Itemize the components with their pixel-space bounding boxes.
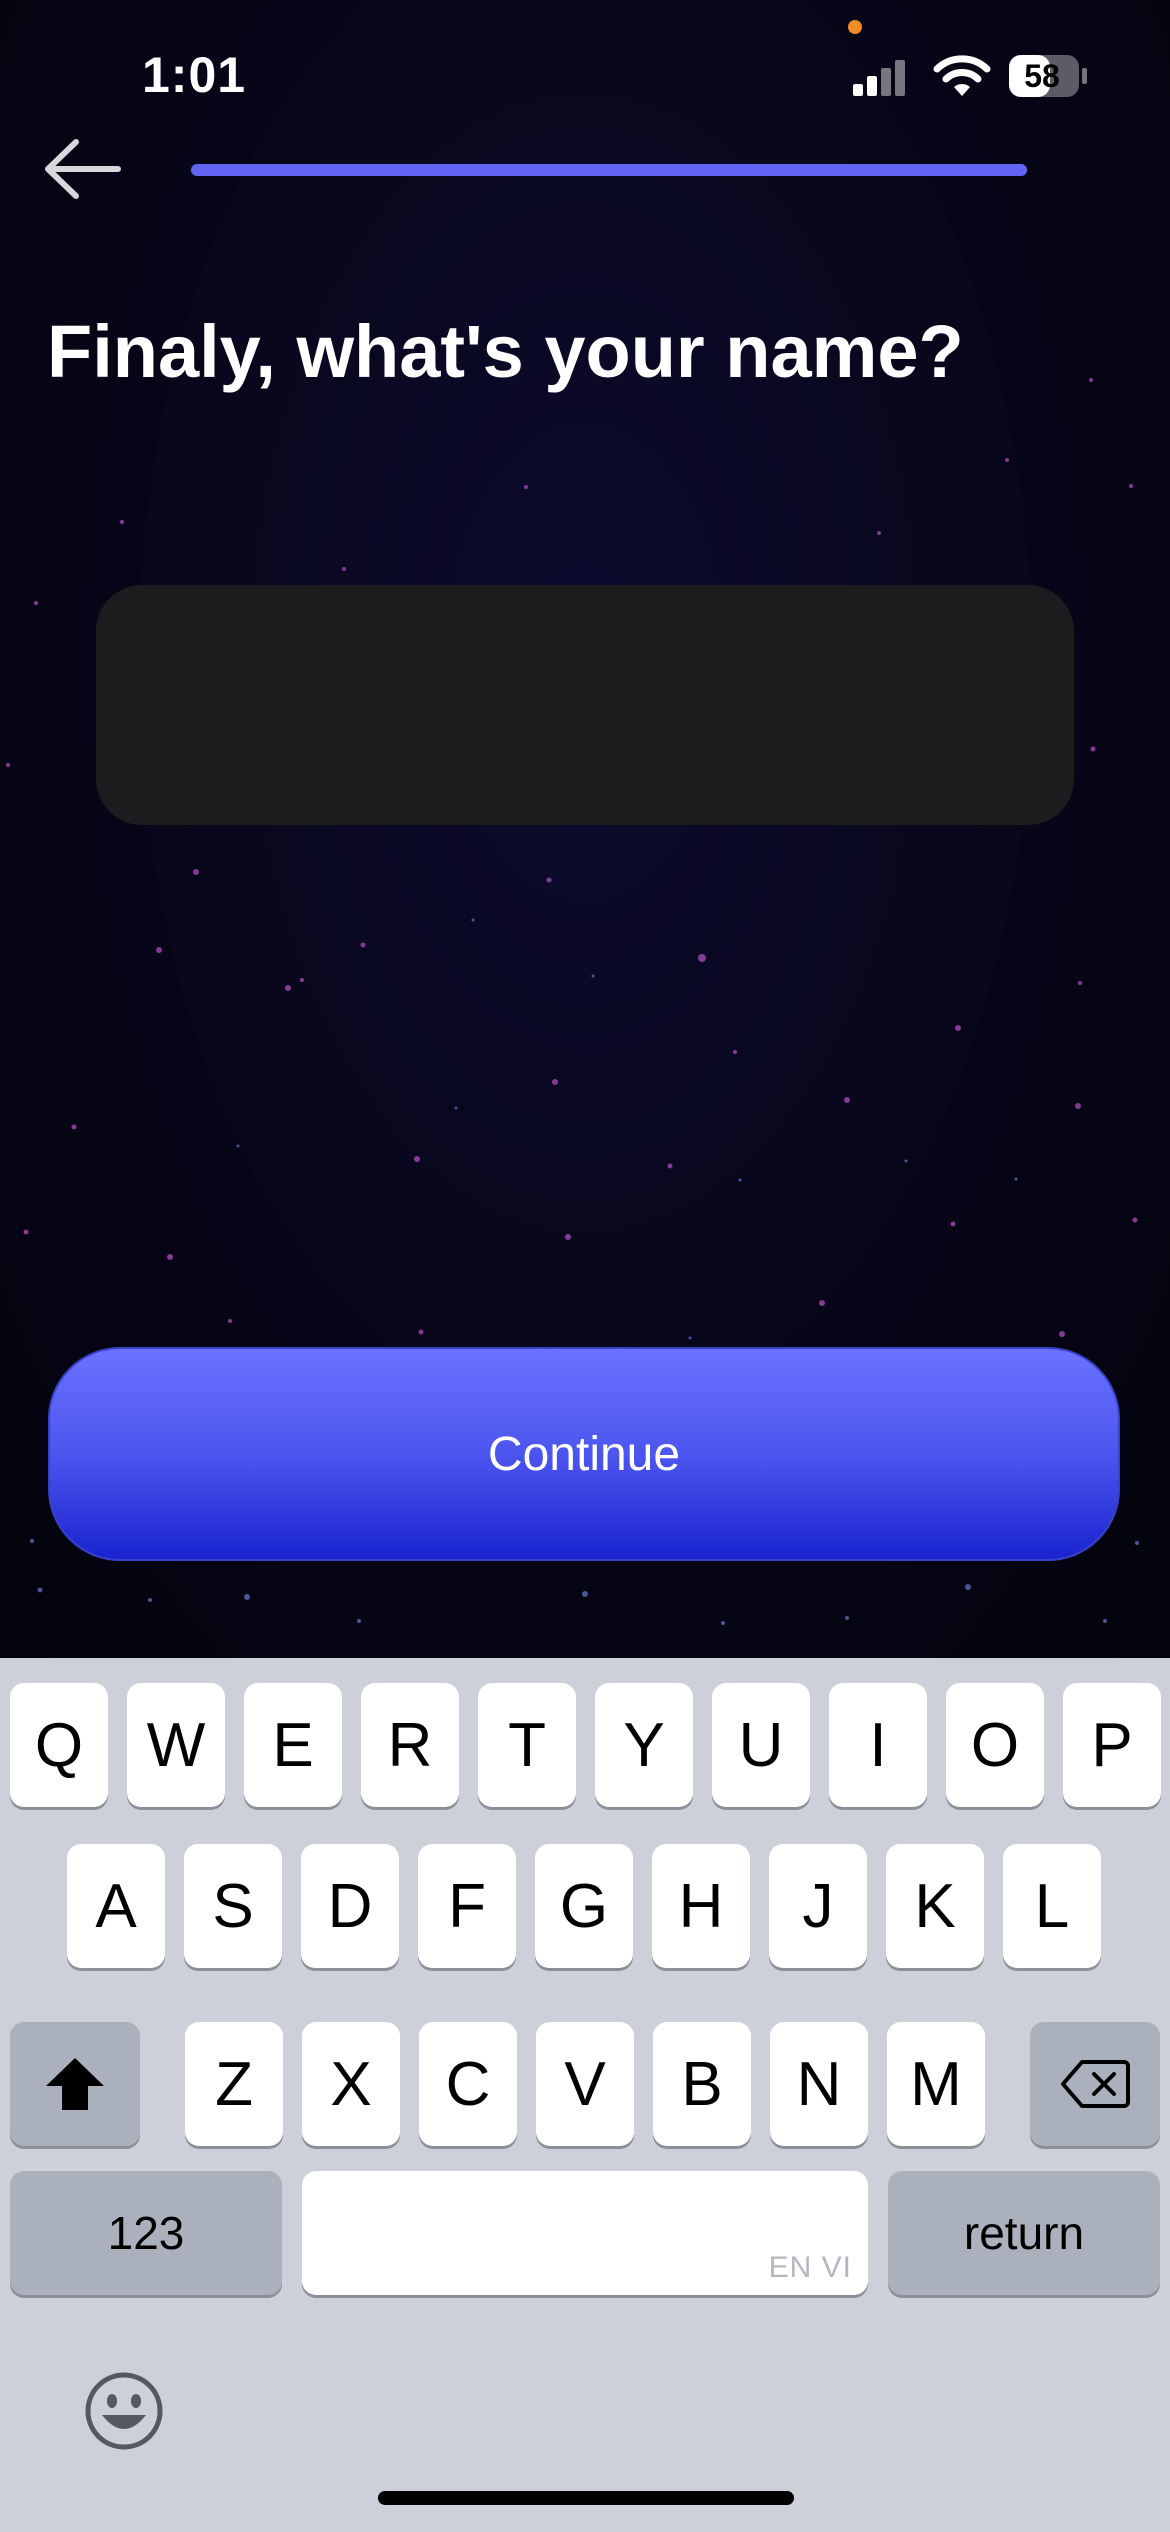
status-time: 1:01: [142, 47, 247, 103]
key-c[interactable]: C: [419, 2022, 517, 2146]
key-q[interactable]: Q: [10, 1683, 108, 1807]
continue-button[interactable]: Continue: [48, 1347, 1120, 1561]
key-j[interactable]: J: [769, 1844, 867, 1968]
home-indicator[interactable]: [378, 2491, 794, 2505]
key-l[interactable]: L: [1003, 1844, 1101, 1968]
camera-indicator-dot: [848, 20, 862, 34]
onboarding-screen: 1:01 58 Finaly, what's your name? Contin…: [0, 0, 1170, 1658]
key-y[interactable]: Y: [595, 1683, 693, 1807]
backspace-icon: [1061, 2060, 1130, 2108]
key-d[interactable]: D: [301, 1844, 399, 1968]
key-g[interactable]: G: [535, 1844, 633, 1968]
keyboard-language-hint: EN VI: [768, 2251, 852, 2284]
key-z[interactable]: Z: [185, 2022, 283, 2146]
shift-arrow-icon: [46, 2058, 104, 2110]
key-s[interactable]: S: [184, 1844, 282, 1968]
key-a[interactable]: A: [67, 1844, 165, 1968]
key-f[interactable]: F: [418, 1844, 516, 1968]
key-h[interactable]: H: [652, 1844, 750, 1968]
key-e[interactable]: E: [244, 1683, 342, 1807]
key-p[interactable]: P: [1063, 1683, 1161, 1807]
key-n[interactable]: N: [770, 2022, 868, 2146]
key-r[interactable]: R: [361, 1683, 459, 1807]
name-input[interactable]: [96, 585, 1074, 825]
cellular-signal-icon: [853, 60, 905, 96]
key-m[interactable]: M: [887, 2022, 985, 2146]
key-w[interactable]: W: [127, 1683, 225, 1807]
progress-bar-fill: [191, 164, 1027, 176]
wifi-icon: [933, 55, 991, 96]
key-i[interactable]: I: [829, 1683, 927, 1807]
key-t[interactable]: T: [478, 1683, 576, 1807]
key-v[interactable]: V: [536, 2022, 634, 2146]
shift-key[interactable]: [10, 2022, 140, 2146]
key-o[interactable]: O: [946, 1683, 1044, 1807]
key-x[interactable]: X: [302, 2022, 400, 2146]
delete-key[interactable]: [1030, 2022, 1160, 2146]
on-screen-keyboard: 123 EN VI return QWERTYUIOP ASDFGHJKL ZXCV…: [0, 1658, 1170, 2532]
key-k[interactable]: K: [886, 1844, 984, 1968]
space-bar[interactable]: EN VI: [302, 2171, 868, 2295]
arrow-left-icon: [45, 139, 121, 199]
key-b[interactable]: B: [653, 2022, 751, 2146]
key-u[interactable]: U: [712, 1683, 810, 1807]
progress-bar: [191, 164, 1027, 176]
return-key[interactable]: return: [888, 2171, 1160, 2295]
page-title: Finaly, what's your name?: [47, 310, 964, 393]
battery-percentage: 58: [1024, 58, 1060, 94]
numbers-key[interactable]: 123: [10, 2171, 282, 2295]
back-button[interactable]: [40, 134, 126, 204]
emoji-smiley-icon[interactable]: [84, 2371, 164, 2451]
